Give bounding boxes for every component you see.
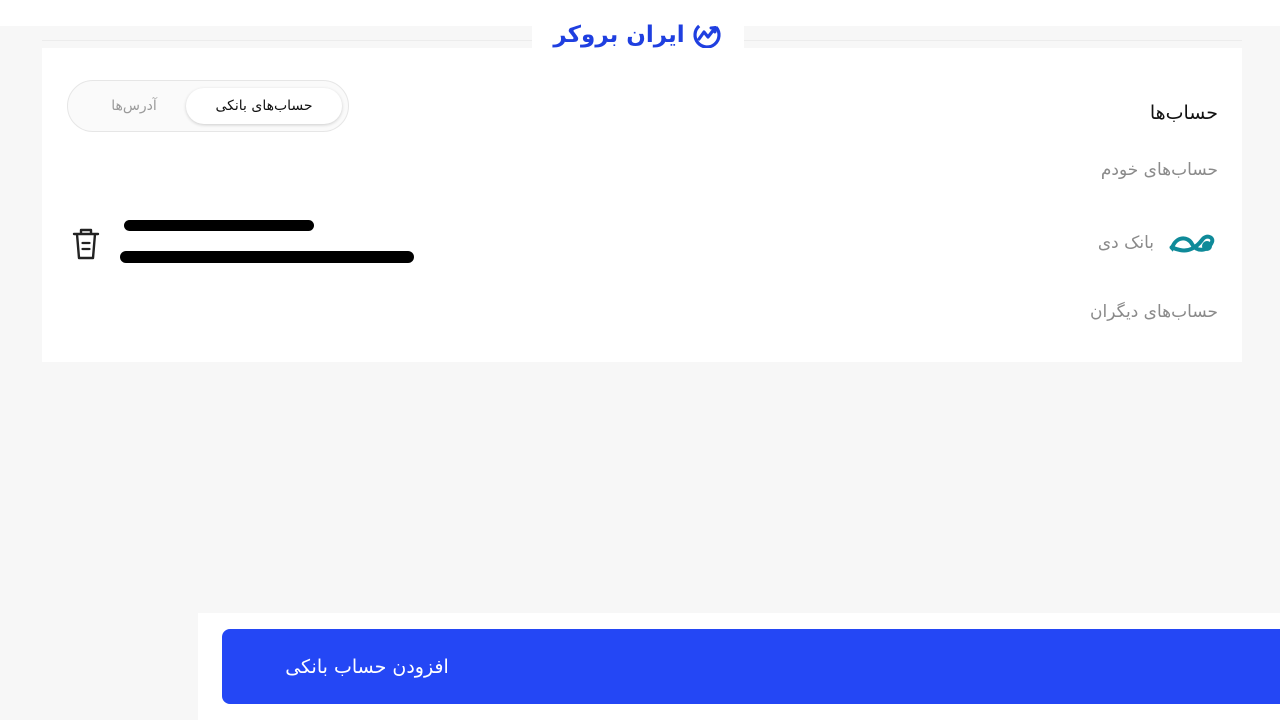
bank-dey-logo xyxy=(1169,234,1215,253)
bank-name: بانک دی xyxy=(1097,233,1154,253)
trash-icon[interactable] xyxy=(68,224,104,264)
others-accounts-heading: حساب‌های دیگران xyxy=(1090,302,1218,322)
accounts-card: حساب‌ها آدرس‌ها حساب‌های بانکی حساب‌های … xyxy=(42,48,1242,362)
tab-bank-accounts[interactable]: حساب‌های بانکی xyxy=(186,88,342,124)
tab-addresses[interactable]: آدرس‌ها xyxy=(86,88,182,124)
add-bank-account-button[interactable]: افزودن حساب بانکی xyxy=(222,629,1280,704)
redacted-iban xyxy=(120,251,414,263)
brand-name: ایران بروکر xyxy=(553,22,685,48)
redacted-account-number xyxy=(124,220,314,231)
bank-account-row[interactable]: بانک دی xyxy=(1098,228,1218,258)
own-accounts-heading: حساب‌های خودم xyxy=(1100,160,1218,180)
page-title: حساب‌ها xyxy=(1149,102,1218,124)
footer-bar: افزودن حساب بانکی xyxy=(198,613,1280,720)
add-bank-account-label: افزودن حساب بانکی xyxy=(285,655,449,678)
tab-switcher: آدرس‌ها حساب‌های بانکی xyxy=(67,80,349,132)
chart-up-icon xyxy=(693,21,721,49)
